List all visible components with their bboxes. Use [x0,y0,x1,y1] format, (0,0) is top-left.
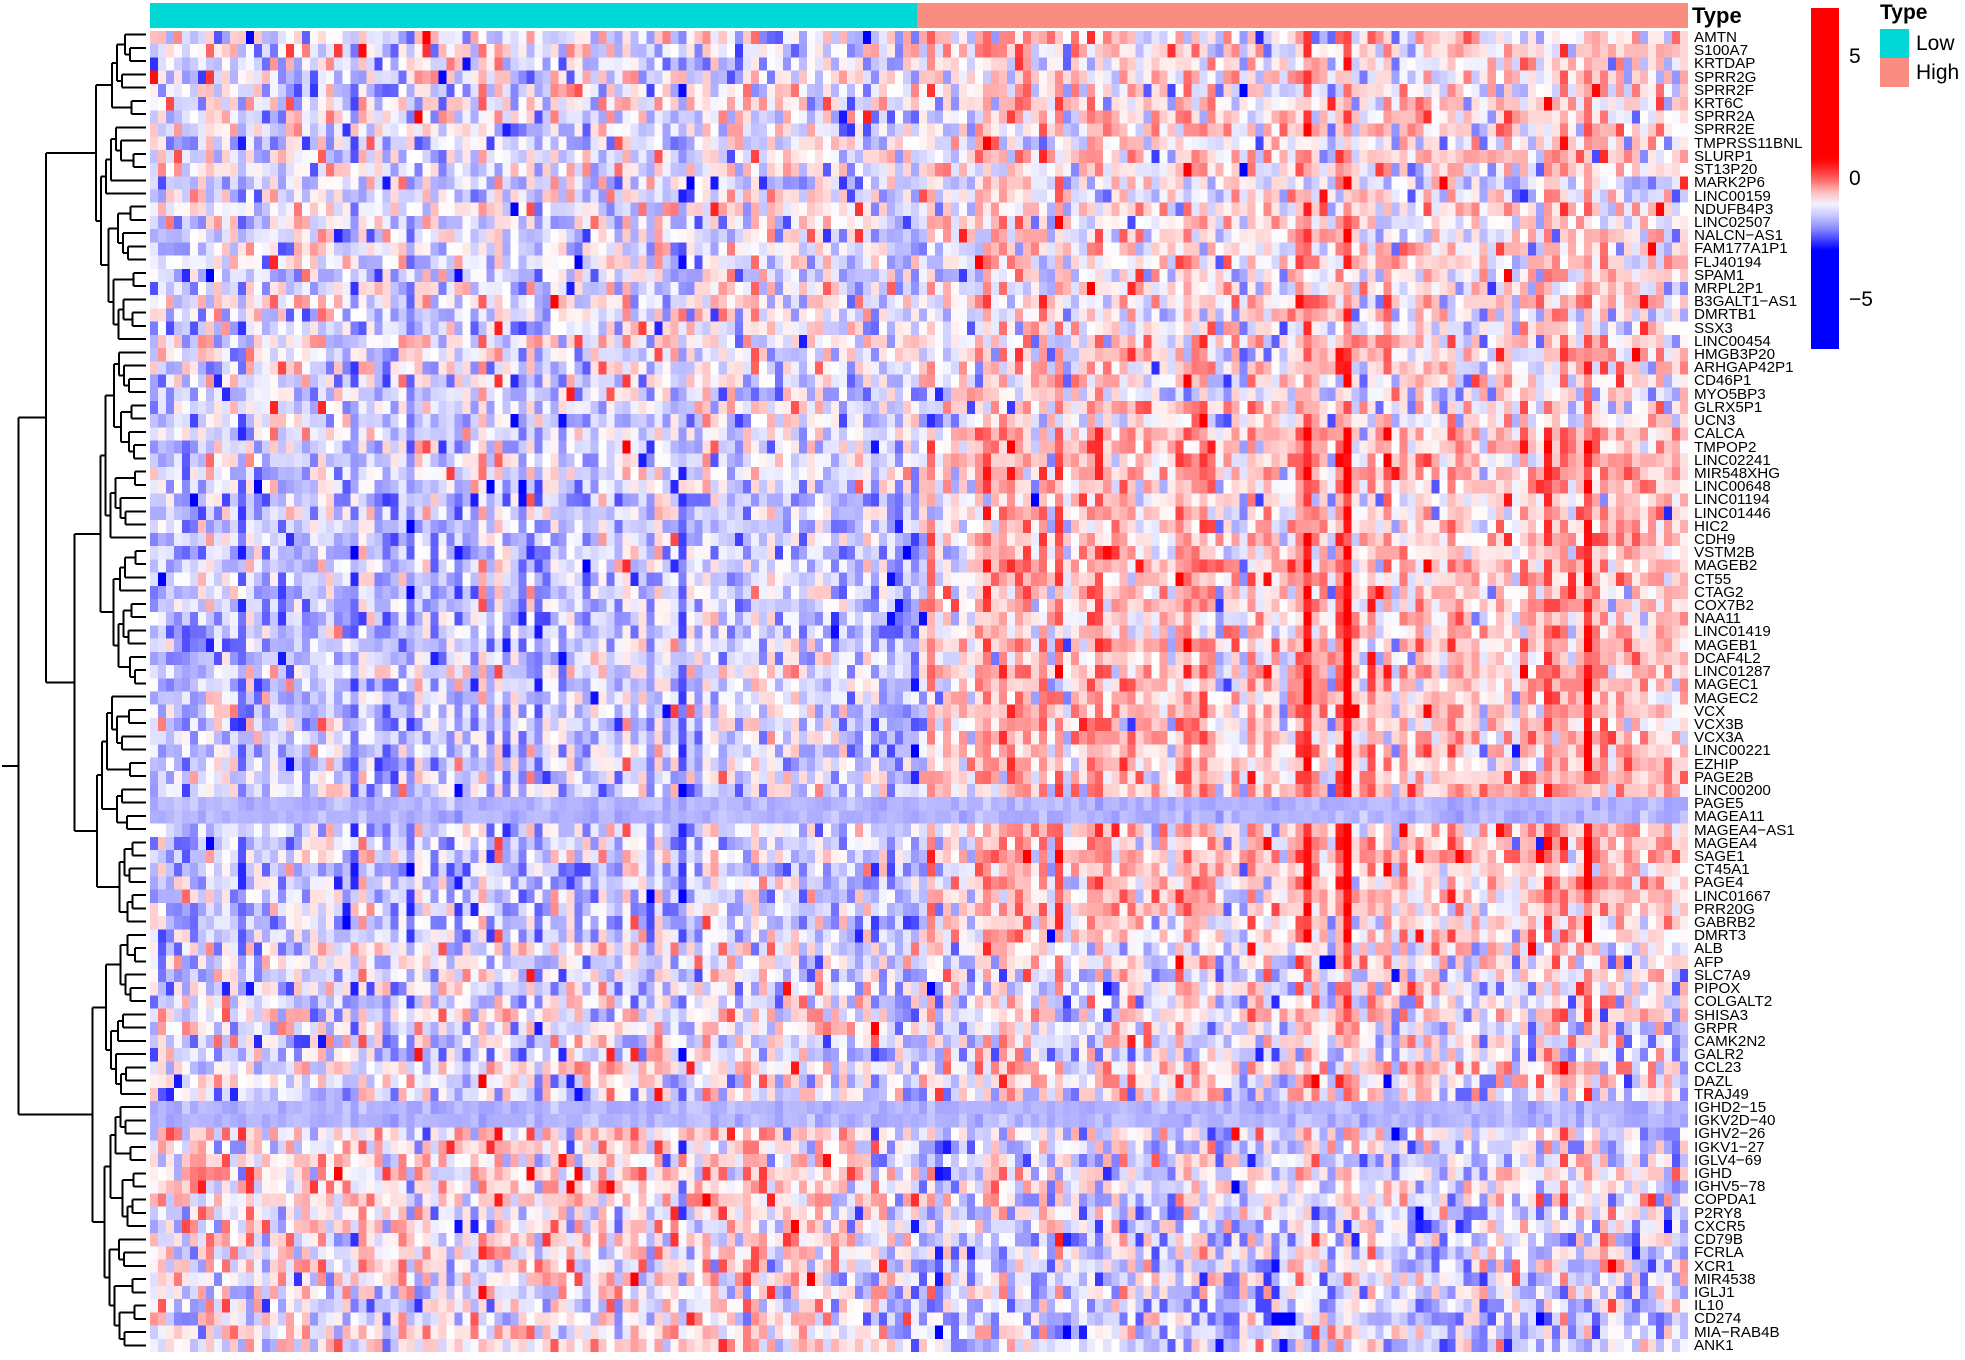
color-scale-tick: 5 [1849,44,1861,68]
annotation-segment-low [150,3,918,28]
type-legend-label: Low [1916,32,1955,55]
type-legend: Type Low High [1880,2,1965,87]
type-legend-row: Low [1880,29,1965,58]
color-scale-tick: 0 [1849,166,1861,190]
type-legend-row: High [1880,58,1965,87]
annotation-segment-high [917,3,1688,28]
type-legend-swatch-high [1880,58,1909,87]
heatmap-matrix [150,31,1688,1352]
row-dendrogram [0,28,146,1352]
row-label: ANK1 [1694,1336,1734,1354]
color-scale-tick: −5 [1849,288,1873,312]
heatmap-figure: Type AMTN S100A7 KRTDAP SPRR2G SPRR2F KRT6C SP… [0,0,1965,1360]
column-annotation-bar [150,3,1688,28]
row-dendrogram-svg [2,33,146,1347]
row-label-column: AMTN S100A7 KRTDAP SPRR2G SPRR2F KRT6C SPRR2A S… [1694,30,1894,1354]
column-annotation-title: Type [1692,3,1742,28]
heatmap-canvas [150,31,1688,1352]
type-legend-label: High [1916,61,1960,84]
color-scale-legend: 5 0 −5 [1811,8,1873,349]
type-legend-swatch-low [1880,29,1909,58]
type-legend-title: Type [1880,1,1928,24]
color-scale-bar [1811,8,1839,349]
type-legend-items: Low High [1880,29,1965,87]
